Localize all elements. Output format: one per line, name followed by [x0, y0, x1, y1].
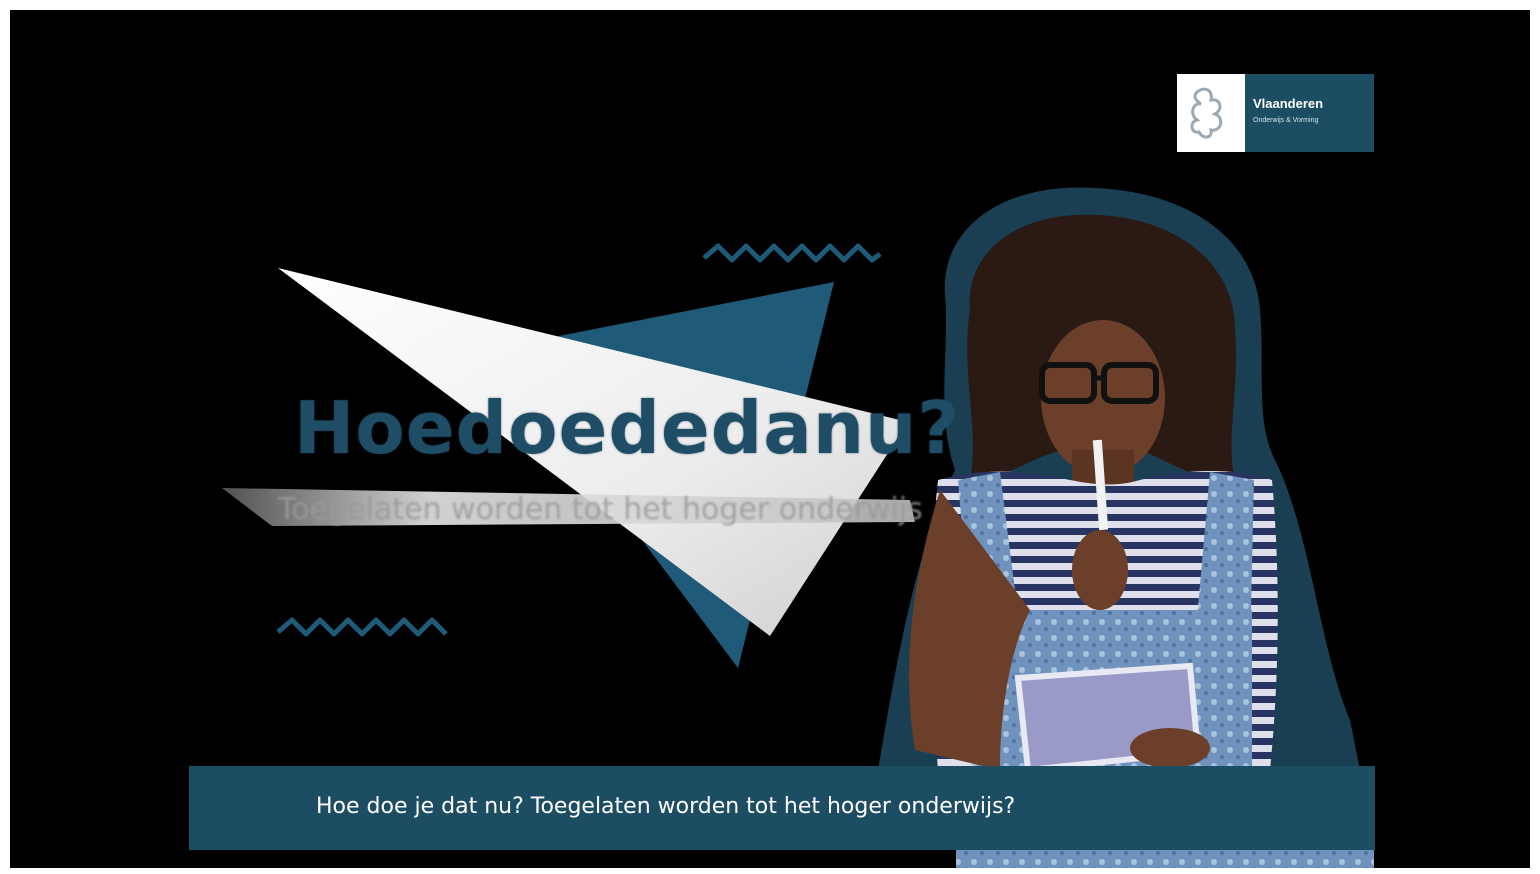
zigzag-bottom-shape [276, 617, 448, 637]
video-title: Hoedoededanu? [294, 386, 961, 470]
notebook-hand-shape [1130, 728, 1210, 768]
vlaanderen-logo: Vlaanderen Onderwijs & Vorming [1177, 74, 1374, 152]
denim-bottom-shape [956, 850, 1374, 868]
caption-bar: Hoe doe je dat nu? Toegelaten worden tot… [189, 766, 1375, 850]
zigzag-top-shape [702, 243, 882, 263]
lion-icon [1177, 74, 1245, 152]
video-subtitle: Toegelaten worden tot het hoger onderwij… [278, 492, 923, 527]
logo-name: Vlaanderen [1253, 96, 1324, 111]
logo-tagline: Onderwijs & Vorming [1253, 117, 1319, 124]
video-frame[interactable]: Hoedoededanu? Toegelaten worden tot het … [10, 10, 1530, 868]
caption-text: Hoe doe je dat nu? Toegelaten worden tot… [316, 794, 1016, 819]
hand-shape [1072, 530, 1128, 610]
